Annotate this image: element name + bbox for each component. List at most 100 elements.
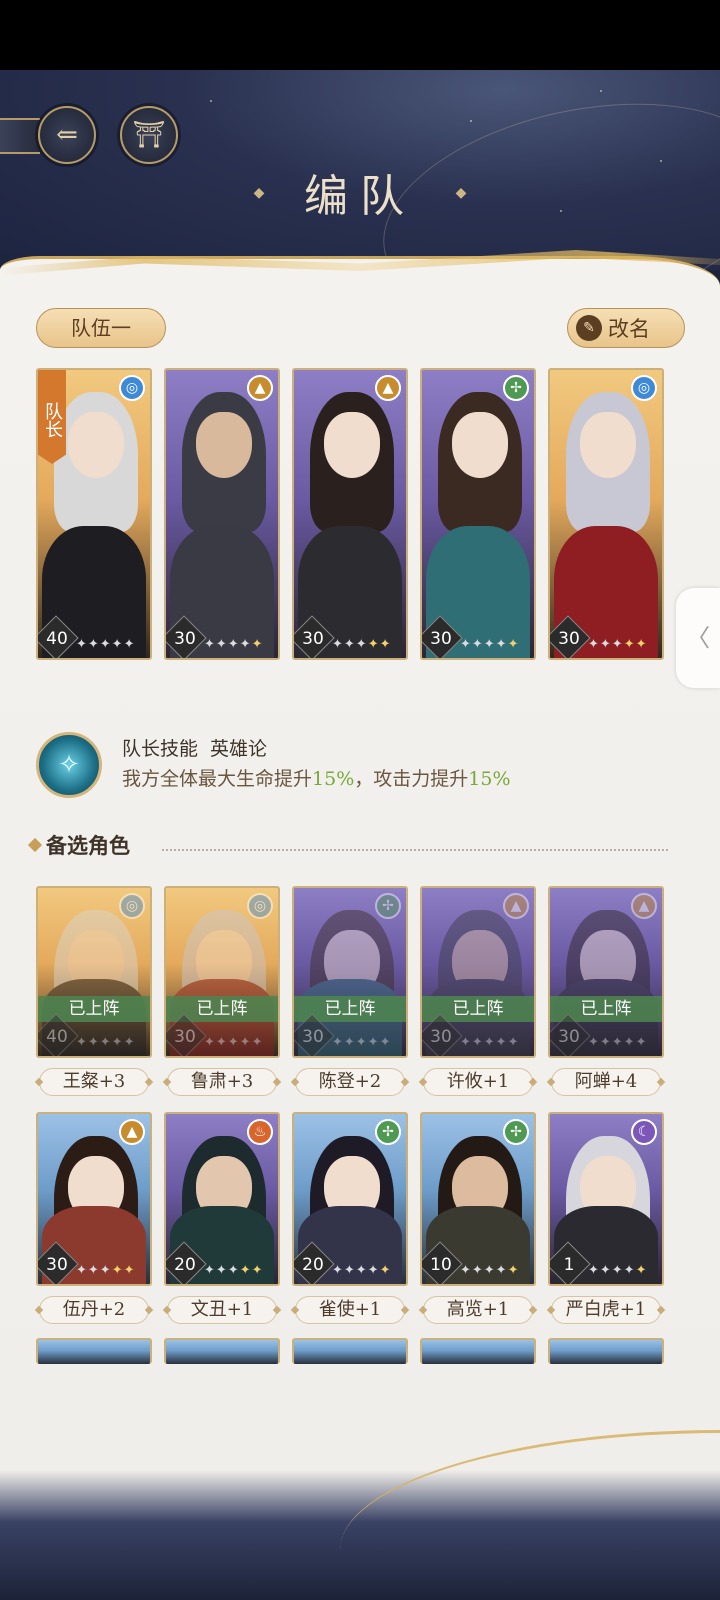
leader-skill-name: 英雄论 (210, 738, 268, 760)
roster-card-partial[interactable] (420, 1338, 536, 1364)
fire-element-icon: ♨ (247, 1119, 273, 1145)
star-rating: ✦✦✦✦✦ (76, 1263, 136, 1278)
team-slot-4[interactable]: ✢ 30 ✦✦✦✦✦ (420, 368, 536, 660)
star-rating: ✦✦✦✦✦ (460, 637, 520, 652)
chevron-left-icon: 〈 (686, 624, 710, 652)
roster-card[interactable]: ♨ 20 ✦✦✦✦✦ (164, 1112, 280, 1286)
title-ornament-right: ◆ (455, 185, 467, 201)
star-rating: ✦✦✦✦✦ (332, 1035, 392, 1050)
water-element-icon: ◎ (119, 375, 145, 401)
level-value: 40 (46, 1027, 68, 1047)
section-divider (162, 849, 668, 851)
level-value: 20 (302, 1255, 324, 1275)
home-button[interactable]: ⛩ (120, 106, 178, 164)
water-element-icon: ◎ (247, 893, 273, 919)
level-value: 30 (302, 629, 324, 649)
roster-card[interactable]: ▲ 已上阵 30 ✦✦✦✦✦ (548, 886, 664, 1058)
roster-card[interactable]: ☾ 1 ✦✦✦✦✦ (548, 1112, 664, 1286)
level-value: 20 (174, 1255, 196, 1275)
wind-element-icon: ✢ (375, 1119, 401, 1145)
roster-name: 雀使+1 (295, 1296, 405, 1324)
roster-name: 陈登+2 (295, 1068, 405, 1096)
star-rating: ✦✦✦✦✦ (76, 637, 136, 652)
star-rating: ✦✦✦✦✦ (588, 1035, 648, 1050)
back-arrow-icon: ⇐ (56, 120, 78, 150)
status-bar (0, 0, 720, 70)
team-name-tab[interactable]: 队伍一 (36, 308, 166, 348)
roster-card-partial[interactable] (36, 1338, 152, 1364)
roster-card-partial[interactable] (548, 1338, 664, 1364)
team-slot-1[interactable]: 队长 ◎ 40 ✦✦✦✦✦ (36, 368, 152, 660)
roster-card[interactable]: ◎ 已上阵 30 ✦✦✦✦✦ (164, 886, 280, 1058)
wind-element-icon: ✢ (375, 893, 401, 919)
skill-desc-text-2: ，攻击力提升 (354, 768, 469, 790)
pavilion-icon: ⛩ (132, 120, 166, 150)
water-element-icon: ◎ (631, 375, 657, 401)
skill-atk-bonus: 15% (468, 768, 511, 790)
level-value: 40 (46, 629, 68, 649)
back-button[interactable]: ⇐ (38, 106, 96, 164)
earth-element-icon: ▲ (119, 1119, 145, 1145)
back-button-wing (0, 118, 40, 154)
side-panel-toggle[interactable]: 〈 (676, 588, 720, 688)
leader-skill-title: 队长技能 英雄论 (122, 734, 267, 761)
roster-card-partial[interactable] (164, 1338, 280, 1364)
star-rating: ✦✦✦✦✦ (204, 637, 264, 652)
leader-skill-description: 我方全体最大生命提升15%，攻击力提升15% (122, 764, 511, 791)
leader-skill-label: 队长技能 (122, 738, 199, 760)
roster-name: 文丑+1 (167, 1296, 277, 1324)
diamond-icon (27, 837, 43, 853)
roster-name: 阿蝉+4 (551, 1068, 661, 1096)
captain-flag: 队长 (38, 370, 66, 464)
level-value: 30 (430, 1027, 452, 1047)
roster-card[interactable]: ▲ 已上阵 30 ✦✦✦✦✦ (420, 886, 536, 1058)
star-rating: ✦✦✦✦✦ (588, 1263, 648, 1278)
roster-section-header: 备选角色 (27, 830, 130, 860)
team-slot-2[interactable]: ▲ 30 ✦✦✦✦✦ (164, 368, 280, 660)
roster-name: 高览+1 (423, 1296, 533, 1324)
earth-element-icon: ▲ (503, 893, 529, 919)
level-value: 30 (430, 629, 452, 649)
roster-card[interactable]: ✢ 20 ✦✦✦✦✦ (292, 1112, 408, 1286)
star-rating: ✦✦✦✦✦ (460, 1263, 520, 1278)
star-rating: ✦✦✦✦✦ (204, 1263, 264, 1278)
wind-element-icon: ✢ (503, 1119, 529, 1145)
roster-card[interactable]: ✢ 10 ✦✦✦✦✦ (420, 1112, 536, 1286)
level-value: 30 (558, 1027, 580, 1047)
skill-desc-text-1: 我方全体最大生命提升 (122, 768, 313, 790)
level-value: 10 (430, 1255, 452, 1275)
star-rating: ✦✦✦✦✦ (460, 1035, 520, 1050)
roster-name: 王粲+3 (39, 1068, 149, 1096)
team-slot-5[interactable]: ◎ 30 ✦✦✦✦✦ (548, 368, 664, 660)
roster-name: 伍丹+2 (39, 1296, 149, 1324)
star-rating: ✦✦✦✦✦ (332, 637, 392, 652)
roster-name: 许攸+1 (423, 1068, 533, 1096)
skill-hp-bonus: 15% (312, 768, 355, 790)
star-rating: ✦✦✦✦✦ (76, 1035, 136, 1050)
star-rating: ✦✦✦✦✦ (204, 1035, 264, 1050)
level-value: 30 (174, 1027, 196, 1047)
roster-name: 严白虎+1 (551, 1296, 661, 1324)
rename-label: 改名 (608, 317, 650, 341)
earth-element-icon: ▲ (631, 893, 657, 919)
roster-card[interactable]: ✢ 已上阵 30 ✦✦✦✦✦ (292, 886, 408, 1058)
level-value: 30 (174, 629, 196, 649)
leader-skill-icon[interactable]: ✧ (36, 732, 102, 798)
earth-element-icon: ▲ (247, 375, 273, 401)
roster-card[interactable]: ▲ 30 ✦✦✦✦✦ (36, 1112, 152, 1286)
roster-card[interactable]: ◎ 已上阵 40 ✦✦✦✦✦ (36, 886, 152, 1058)
roster-name: 鲁肃+3 (167, 1068, 277, 1096)
whirlwind-icon: ✧ (58, 750, 80, 780)
star-rating: ✦✦✦✦✦ (588, 637, 648, 652)
rename-button[interactable]: ✎ 改名 (567, 308, 685, 348)
page-title: 编队 (304, 171, 416, 222)
level-value: 1 (563, 1255, 575, 1275)
roster-section-title: 备选角色 (46, 833, 130, 858)
team-slot-3[interactable]: ▲ 30 ✦✦✦✦✦ (292, 368, 408, 660)
roster-card-partial[interactable] (292, 1338, 408, 1364)
star-rating: ✦✦✦✦✦ (332, 1263, 392, 1278)
level-value: 30 (46, 1255, 68, 1275)
wind-element-icon: ✢ (503, 375, 529, 401)
brush-icon: ✎ (576, 315, 602, 341)
level-value: 30 (558, 629, 580, 649)
